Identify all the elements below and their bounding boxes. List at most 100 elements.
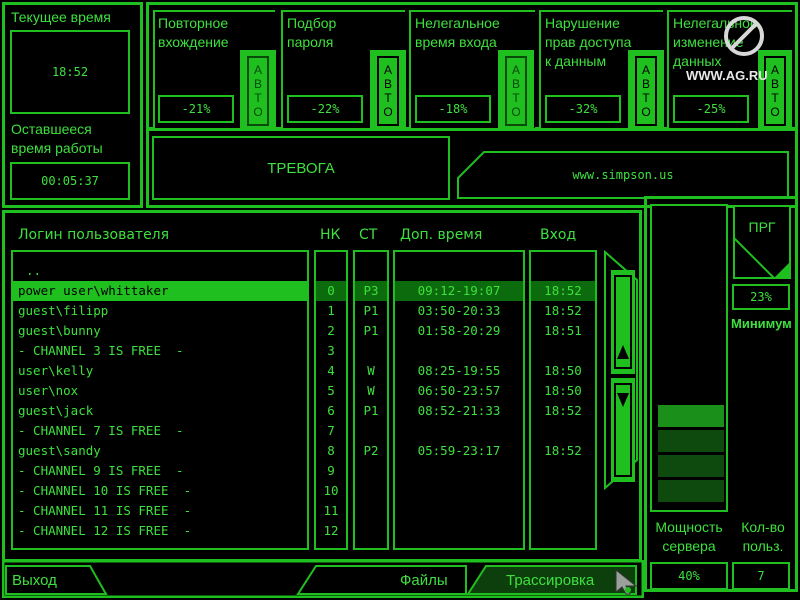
row-time: 08:52-21:33	[417, 403, 501, 418]
row-nk: 0	[327, 283, 335, 298]
row-st: W	[367, 363, 375, 378]
row-nk: 5	[327, 383, 335, 398]
current-time-value: 18:52	[51, 65, 89, 79]
auto-button-repeat-entry[interactable]: АВТО	[240, 50, 276, 130]
minimum-value-box: 23%	[732, 284, 790, 310]
row-login: power user\whittaker	[18, 283, 169, 298]
scroll-down-button[interactable]	[611, 378, 635, 482]
auto-button-password[interactable]: АВТО	[370, 50, 406, 130]
arrow-up-icon	[614, 275, 632, 369]
power-gauge-segment	[658, 455, 724, 477]
row-time: 08:25-19:55	[417, 363, 501, 378]
alert-value: -22%	[310, 102, 340, 116]
users-count-value: 7	[757, 569, 765, 583]
arrow-down-icon	[614, 383, 632, 477]
row-st	[355, 341, 387, 361]
row-entry: 18:50	[544, 383, 582, 398]
row-entry	[531, 501, 595, 521]
row-st: P1	[363, 303, 379, 318]
row-nk: 11	[323, 503, 339, 518]
auto-label: АВТО	[381, 63, 395, 119]
prg-button[interactable]: ПРГ	[732, 204, 792, 280]
row-nk: 4	[327, 363, 335, 378]
users-count-box: 7	[732, 562, 790, 590]
row-login: guest\filipp	[18, 303, 109, 318]
row-st	[355, 461, 387, 481]
url-display: www.simpson.us	[456, 150, 790, 200]
row-time: 05:59-23:17	[417, 443, 501, 458]
auto-label: АВТО	[768, 63, 782, 119]
parent-directory-item[interactable]: ..	[26, 261, 41, 281]
remaining-time-display: 00:05:37	[10, 162, 130, 200]
row-nk: 9	[327, 463, 335, 478]
row-login: guest\bunny	[18, 323, 101, 338]
row-login: - CHANNEL 9 IS FREE -	[18, 463, 184, 478]
files-label: Файлы	[400, 572, 448, 589]
header-login: Логин пользователя	[18, 227, 170, 243]
auto-label: АВТО	[251, 63, 265, 119]
row-nk: 6	[327, 403, 335, 418]
alert-title: Повторное вхождение	[158, 15, 229, 50]
row-nk: 3	[327, 343, 335, 358]
current-time-label: Текущее время	[11, 9, 111, 25]
trace-button[interactable]: Трассировка	[466, 564, 638, 596]
power-gauge	[650, 204, 728, 512]
row-entry: 18:52	[544, 443, 582, 458]
users-count-label: Кол-во польз.	[741, 519, 785, 554]
auto-button-access-violation[interactable]: АВТО	[628, 50, 664, 130]
row-time	[395, 501, 523, 521]
row-st	[355, 421, 387, 441]
row-entry	[531, 461, 595, 481]
row-nk: 12	[323, 523, 339, 538]
scroll-up-button[interactable]	[611, 270, 635, 374]
row-time: 03:50-20:33	[417, 303, 501, 318]
current-time-display: 18:52	[10, 30, 130, 114]
alert-value-box: -18%	[415, 95, 491, 123]
row-nk: 1	[327, 303, 335, 318]
alert-value: -25%	[696, 102, 726, 116]
row-entry: 18:52	[544, 403, 582, 418]
row-entry	[531, 341, 595, 361]
url-text[interactable]: www.simpson.us	[572, 168, 673, 182]
row-login: guest\sandy	[18, 443, 101, 458]
files-button[interactable]: Файлы	[296, 564, 468, 596]
trace-label: Трассировка	[506, 572, 595, 589]
row-nk: 7	[327, 423, 335, 438]
row-entry: 18:51	[544, 323, 582, 338]
alert-value-box: -32%	[545, 95, 621, 123]
row-time: 01:58-20:29	[417, 323, 501, 338]
alarm-label: ТРЕВОГА	[267, 159, 335, 177]
row-time	[395, 521, 523, 541]
ag-logo-icon	[722, 14, 766, 58]
row-login: - CHANNEL 12 IS FREE -	[18, 523, 192, 538]
auto-label: АВТО	[639, 63, 653, 119]
row-time	[395, 421, 523, 441]
power-gauge-segment	[658, 430, 724, 452]
row-st	[355, 481, 387, 501]
ag-logo-text: WWW.AG.RU	[686, 68, 768, 83]
row-entry: 18:52	[544, 303, 582, 318]
power-gauge-fill	[652, 206, 726, 510]
alert-title: Нелегальное время входа	[415, 15, 500, 50]
auto-button-illegal-time[interactable]: АВТО	[498, 50, 534, 130]
row-st: W	[367, 383, 375, 398]
exit-label: Выход	[12, 572, 57, 589]
exit-button[interactable]: Выход	[4, 564, 108, 596]
power-value-box: 40%	[650, 562, 728, 590]
row-st: P2	[363, 443, 379, 458]
alert-value-box: -22%	[287, 95, 363, 123]
minimum-label: Минимум	[731, 316, 792, 331]
row-login: user\kelly	[18, 363, 94, 378]
alert-title: Нарушение прав доступа к данным	[545, 15, 632, 69]
alert-value: -21%	[181, 102, 211, 116]
row-entry: 18:50	[544, 363, 582, 378]
power-label: Мощность сервера	[655, 519, 723, 554]
row-st: P1	[363, 403, 379, 418]
row-login: guest\jack	[18, 403, 94, 418]
auto-button-data-change[interactable]: АВТО	[758, 50, 792, 130]
row-nk: 10	[323, 483, 339, 498]
header-nk: НК	[320, 227, 341, 243]
mouse-cursor-icon	[614, 568, 638, 596]
row-time	[395, 341, 523, 361]
power-gauge-segment	[658, 480, 724, 502]
